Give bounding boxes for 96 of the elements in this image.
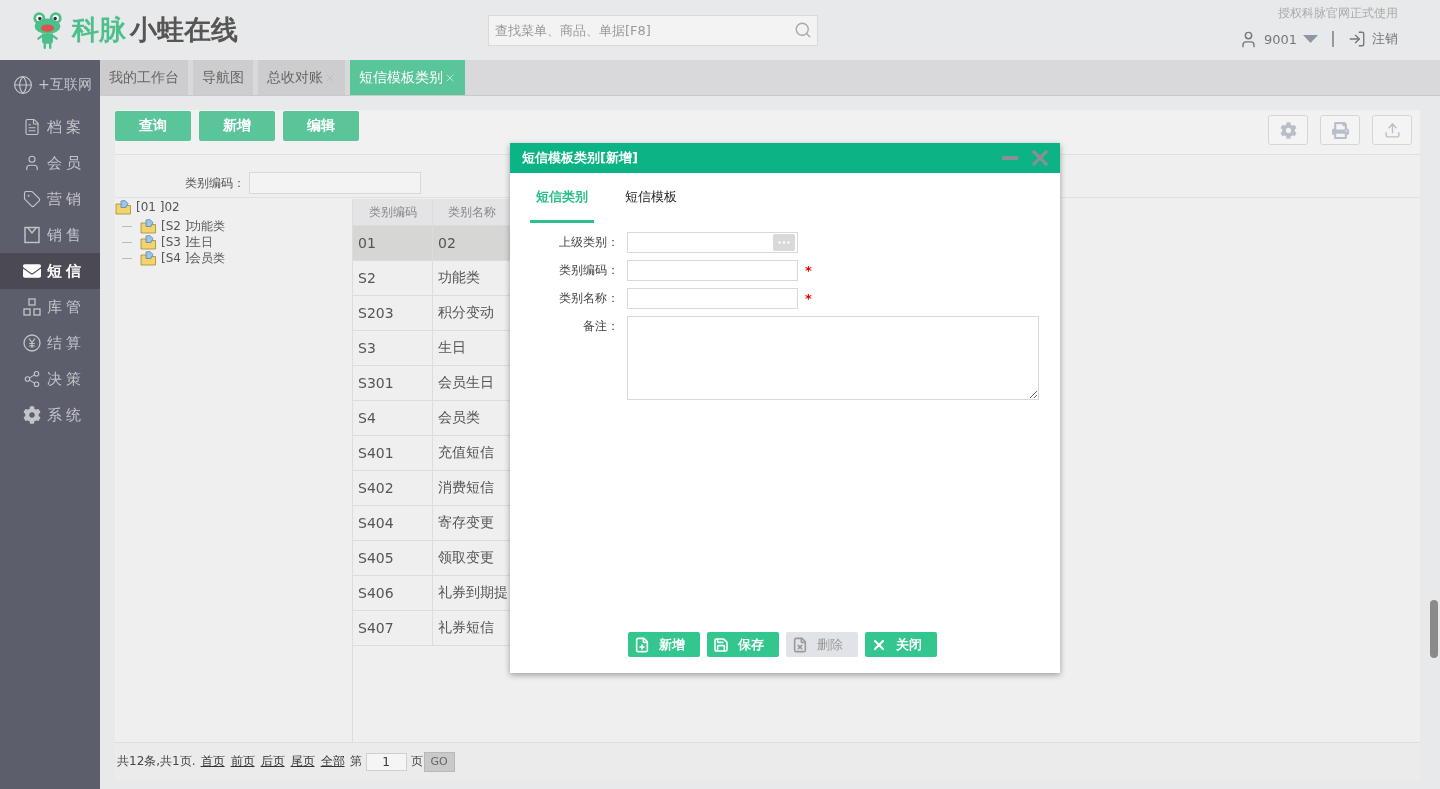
page-unit: 页 — [410, 753, 423, 770]
export-button[interactable] — [1372, 115, 1412, 145]
pagination-link[interactable]: 尾页 — [290, 753, 315, 770]
yen-icon — [23, 334, 41, 352]
sidebar-item[interactable]: 销售 — [0, 217, 100, 253]
printer-icon — [1331, 121, 1349, 139]
tree-node-label[interactable]: [S4 ]会员类 — [161, 249, 226, 267]
sidebar-item[interactable]: 结算 — [0, 325, 100, 361]
table-row[interactable]: S402 消费短信 — [353, 471, 511, 506]
sidebar-item[interactable]: +互联网 — [0, 60, 100, 109]
license-note: 授权科脉官网正式使用 — [1278, 6, 1398, 21]
search-field[interactable]: 查找菜单、商品、单据[F8] — [488, 14, 818, 46]
pagination-link[interactable]: 后页 — [260, 753, 285, 770]
dialog-tab[interactable]: 短信模板 — [619, 173, 683, 223]
pagination-link[interactable]: 前页 — [230, 753, 255, 770]
sidebar-item[interactable]: 会员 — [0, 145, 100, 181]
settings-button[interactable] — [1268, 115, 1308, 145]
print-button[interactable] — [1320, 115, 1360, 145]
table-row[interactable]: S405 领取变更 — [353, 541, 511, 576]
field-label: 类别名称： — [558, 290, 620, 307]
field-label: 上级类别： — [558, 234, 620, 251]
tree-connector-line — [122, 257, 132, 259]
logout-icon — [1348, 30, 1366, 48]
parent-category-field[interactable] — [627, 232, 798, 253]
input-field[interactable] — [627, 260, 798, 281]
logo-product-text: 小蛙在线 — [130, 15, 238, 45]
sidebar-item[interactable]: 营销 — [0, 181, 100, 217]
browse-button[interactable] — [773, 234, 795, 251]
caret-down-icon — [1303, 35, 1318, 43]
sidebar-item[interactable]: 库管 — [0, 289, 100, 325]
nodes-icon — [23, 370, 41, 388]
gear-icon — [23, 406, 41, 424]
table-row[interactable]: S401 充值短信 — [353, 436, 511, 471]
field-label: 备注： — [582, 318, 620, 335]
table-row[interactable]: S404 寄存变更 — [353, 506, 511, 541]
file-plus-icon — [634, 636, 650, 653]
required-mark: * — [805, 262, 812, 280]
table-row[interactable]: S2 功能类 — [353, 261, 511, 296]
page-number-field[interactable]: 1 — [365, 752, 407, 771]
filter-label: 类别编码： — [185, 175, 245, 192]
dots-icon — [778, 241, 790, 244]
mail-icon — [23, 262, 41, 280]
tab[interactable]: 总收对账 — [258, 60, 345, 95]
upload-icon — [1383, 121, 1401, 139]
table-row[interactable]: S4 会员类 — [353, 401, 511, 436]
document-icon — [23, 118, 41, 136]
boxes-icon — [23, 298, 41, 316]
field-label: 类别编码： — [558, 262, 620, 279]
logout-button[interactable]: 注销 — [1348, 30, 1398, 48]
tree-connector-line — [122, 225, 132, 227]
input-field[interactable] — [627, 288, 798, 309]
sidebar-item[interactable]: 系统 — [0, 397, 100, 433]
code-filter-field[interactable] — [249, 172, 421, 194]
scrollbar-thumb[interactable] — [1430, 600, 1438, 658]
folder-icon — [140, 218, 157, 234]
folder-icon — [115, 199, 132, 215]
table-row[interactable]: S301 会员生日 — [353, 366, 511, 401]
globe-icon — [13, 74, 33, 95]
go-button[interactable]: GO — [423, 751, 455, 772]
table-row[interactable]: 01 02 — [353, 226, 511, 261]
file-x-icon — [792, 636, 808, 653]
table-row[interactable]: S3 生日 — [353, 331, 511, 366]
table-row[interactable]: S407 礼券短信 — [353, 611, 511, 646]
user-icon — [23, 154, 41, 172]
dialog-title: 短信模板类别[新增] — [522, 149, 639, 167]
tab[interactable]: 我的工作台 — [100, 60, 188, 95]
gear-icon — [1279, 121, 1297, 139]
sidebar-item[interactable]: 决策 — [0, 361, 100, 397]
page-label: 第 — [349, 753, 362, 770]
table-cell: S407 — [353, 611, 433, 646]
close-icon — [1032, 150, 1048, 166]
tree-connector-line — [122, 241, 132, 243]
frog-logo-icon — [32, 10, 63, 50]
sidebar-item[interactable]: 短信 — [0, 253, 100, 289]
minimize-icon — [1002, 156, 1018, 160]
required-mark: * — [805, 290, 812, 308]
tree-node-label[interactable]: [01 ]02 — [136, 200, 180, 214]
tag-icon — [23, 190, 41, 208]
search-icon[interactable] — [794, 20, 812, 39]
tree-node-label[interactable]: [S2 ]功能类 — [161, 217, 226, 235]
tab[interactable]: 导航图 — [193, 60, 253, 95]
user-menu-button[interactable]: 9001 — [1238, 29, 1318, 49]
remarks-field[interactable] — [627, 316, 1039, 400]
close-button[interactable] — [1032, 150, 1048, 166]
tree-node-label[interactable]: [S3 ]生日 — [161, 233, 214, 251]
table-row[interactable]: S203 积分变动 — [353, 296, 511, 331]
logo-brand-text: 科脉 — [72, 15, 126, 45]
folder-icon — [140, 234, 157, 250]
page-summary: 共12条,共1页. — [117, 753, 196, 770]
minimize-button[interactable] — [1002, 156, 1018, 160]
pagination-link[interactable]: 全部 — [320, 753, 345, 770]
bag-icon — [23, 226, 41, 244]
sidebar-item[interactable]: 档案 — [0, 109, 100, 145]
folder-icon — [140, 250, 157, 266]
pagination-link[interactable]: 首页 — [200, 753, 225, 770]
table-row[interactable]: S406 礼券到期提 — [353, 576, 511, 611]
